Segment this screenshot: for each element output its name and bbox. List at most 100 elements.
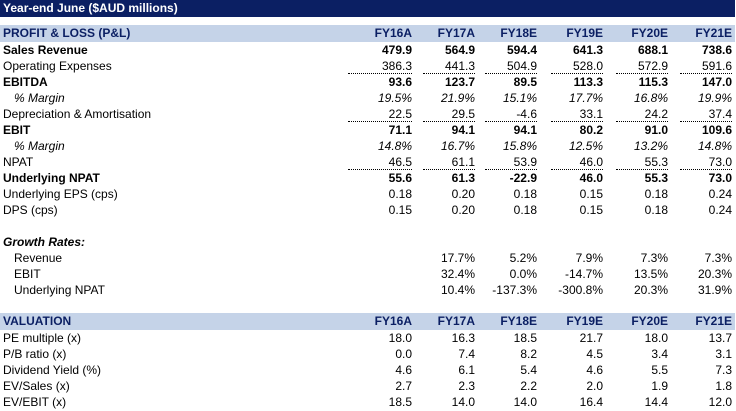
- cell-fy18e: 0.18: [513, 187, 537, 201]
- cell-fy17a: 29.5: [451, 107, 475, 121]
- row-label: Revenue: [14, 251, 63, 265]
- year-header-fy16a: FY16A: [374, 314, 412, 328]
- subtotal-rule: [551, 121, 603, 122]
- table-row: Depreciation & Amortisation 22.5 29.5 -4.6 3…: [0, 106, 735, 122]
- cell-fy17a: 2.3: [458, 379, 475, 393]
- table-row: Operating Expenses 386.3 441.3 504.9 528.0 57…: [0, 58, 735, 74]
- cell-fy20e: 16.8%: [633, 91, 668, 105]
- subtotal-rule: [485, 169, 537, 170]
- cell-fy18e: 15.8%: [502, 139, 537, 153]
- row-label: % Margin: [14, 91, 65, 105]
- year-header-fy16a: FY16A: [374, 26, 412, 40]
- table-row: Underlying EPS (cps) 0.18 0.20 0.18 0.15 0.18…: [0, 186, 735, 202]
- cell-fy20e: 0.18: [644, 187, 668, 201]
- table-row: % Margin 19.5% 21.9% 15.1% 17.7% 16.8% 19.9%: [0, 90, 735, 106]
- year-header-fy20e: FY20E: [631, 314, 668, 328]
- cell-fy17a: 16.7%: [440, 139, 475, 153]
- cell-fy18e: 18.5: [513, 331, 537, 345]
- cell-fy19e: 80.2: [579, 123, 603, 137]
- cell-fy17a: 14.0: [451, 395, 475, 409]
- cell-fy18e: -4.6: [516, 107, 537, 121]
- table-row: EV/Sales (x) 2.7 2.3 2.2 2.0 1.9 1.8: [0, 378, 735, 394]
- year-header-fy18e: FY18E: [500, 314, 537, 328]
- cell-fy17a: 21.9%: [440, 91, 475, 105]
- row-label: % Margin: [14, 139, 65, 153]
- subtotal-rule: [348, 169, 412, 170]
- table-title: Year-end June ($AUD millions): [0, 0, 735, 17]
- cell-fy21e: 0.24: [708, 187, 732, 201]
- cell-fy21e: 7.3%: [704, 251, 732, 265]
- year-header-fy17a: FY17A: [437, 314, 475, 328]
- cell-fy16a: 0.18: [388, 187, 412, 201]
- cell-fy18e: 15.1%: [502, 91, 537, 105]
- cell-fy18e: 5.2%: [509, 251, 537, 265]
- subtotal-rule: [680, 121, 732, 122]
- subtotal-rule: [423, 169, 475, 170]
- cell-fy19e: 0.15: [579, 187, 603, 201]
- cell-fy18e: 504.9: [506, 59, 537, 73]
- cell-fy21e: 12.0: [708, 395, 732, 409]
- cell-fy19e: 16.4: [579, 395, 603, 409]
- cell-fy19e: 33.1: [579, 107, 603, 121]
- subtotal-rule: [485, 121, 537, 122]
- cell-fy21e: 147.0: [701, 75, 732, 89]
- cell-fy16a: 4.6: [395, 363, 412, 377]
- cell-fy20e: 0.18: [644, 203, 668, 217]
- cell-fy19e: -300.8%: [558, 283, 603, 297]
- cell-fy16a: 71.1: [388, 123, 412, 137]
- financial-summary-table: Year-end June ($AUD millions) PROFIT & L…: [0, 0, 736, 411]
- year-header-fy18e: FY18E: [500, 26, 537, 40]
- cell-fy20e: 7.3%: [640, 251, 668, 265]
- subtotal-rule: [680, 73, 732, 74]
- subtotal-rule: [616, 73, 668, 74]
- cell-fy20e: 13.5%: [633, 267, 668, 281]
- row-label: EBIT: [3, 123, 31, 137]
- subtotal-rule: [485, 73, 537, 74]
- cell-fy18e: 594.4: [506, 43, 537, 57]
- cell-fy21e: 14.8%: [697, 139, 732, 153]
- pl-section-header-label: PROFIT & LOSS (P&L): [3, 26, 131, 40]
- row-label: Sales Revenue: [3, 43, 88, 57]
- cell-fy16a: 479.9: [381, 43, 412, 57]
- subtotal-rule: [551, 169, 603, 170]
- cell-fy21e: 7.3: [715, 363, 732, 377]
- valuation-section-header-label: VALUATION: [3, 314, 72, 328]
- cell-fy16a: 14.8%: [377, 139, 412, 153]
- cell-fy16a: 18.0: [388, 331, 412, 345]
- row-label: Underlying NPAT: [3, 171, 100, 185]
- cell-fy17a: 123.7: [444, 75, 475, 89]
- table-row: Underlying NPAT 55.6 61.3 -22.9 46.0 55.3 73.0: [0, 170, 735, 186]
- cell-fy17a: 7.4: [458, 347, 475, 361]
- cell-fy21e: 1.8: [715, 379, 732, 393]
- subtotal-rule: [423, 73, 475, 74]
- row-label: Operating Expenses: [3, 59, 112, 73]
- cell-fy18e: 8.2: [520, 347, 537, 361]
- row-label: Underlying NPAT: [14, 283, 105, 297]
- cell-fy21e: 738.6: [701, 43, 732, 57]
- cell-fy18e: 94.1: [513, 123, 537, 137]
- cell-fy21e: 37.4: [708, 107, 732, 121]
- row-label: P/B ratio (x): [3, 347, 67, 361]
- cell-fy20e: 24.2: [644, 107, 668, 121]
- cell-fy20e: 14.4: [644, 395, 668, 409]
- table-row: Dividend Yield (%) 4.6 6.1 5.4 4.6 5.5 7.3: [0, 362, 735, 378]
- year-header-fy19e: FY19E: [566, 26, 603, 40]
- cell-fy21e: 73.0: [708, 155, 732, 169]
- cell-fy17a: 61.3: [451, 171, 475, 185]
- cell-fy19e: 4.5: [586, 347, 603, 361]
- cell-fy17a: 16.3: [451, 331, 475, 345]
- cell-fy17a: 0.20: [451, 187, 475, 201]
- year-header-fy21e: FY21E: [695, 314, 732, 328]
- table-row: Sales Revenue 479.9 564.9 594.4 641.3 688.1 73…: [0, 42, 735, 58]
- year-header-fy20e: FY20E: [631, 26, 668, 40]
- cell-fy16a: 55.6: [388, 171, 412, 185]
- cell-fy20e: 91.0: [644, 123, 668, 137]
- cell-fy21e: 20.3%: [697, 267, 732, 281]
- cell-fy18e: 0.0%: [509, 267, 537, 281]
- row-label: EV/EBIT (x): [3, 395, 67, 409]
- cell-fy17a: 10.4%: [440, 283, 475, 297]
- cell-fy20e: 688.1: [637, 43, 668, 57]
- table-row: % Margin 14.8% 16.7% 15.8% 12.5% 13.2% 14.8%: [0, 138, 735, 154]
- growth-section-header: Growth Rates:: [0, 234, 735, 250]
- cell-fy19e: 2.0: [586, 379, 603, 393]
